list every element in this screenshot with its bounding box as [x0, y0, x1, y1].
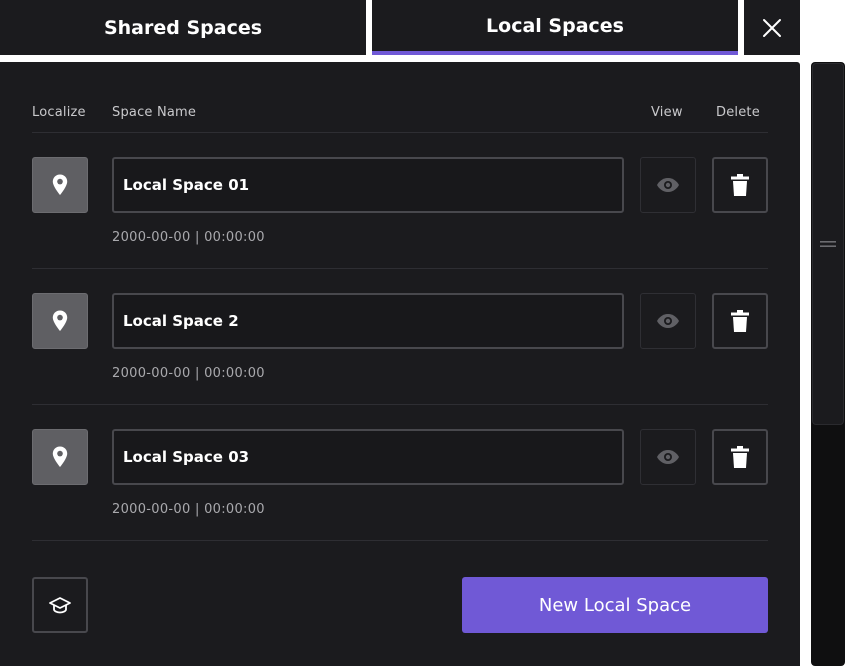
localize-button[interactable] [32, 293, 88, 349]
local-spaces-panel: Localize Space Name View Delete Local Sp… [0, 62, 800, 666]
column-header-view: View [651, 105, 683, 120]
header-divider [32, 132, 768, 133]
space-row: 2000-00-00 | 00:00:00 [0, 157, 800, 267]
row-divider [32, 404, 768, 405]
tab-shared-spaces[interactable]: Shared Spaces [0, 0, 366, 55]
eye-icon [657, 178, 679, 192]
spaces-window: Shared Spaces Local Spaces Localize Spac… [0, 0, 848, 666]
space-name-input[interactable] [112, 429, 624, 485]
graduation-cap-icon [49, 597, 71, 614]
space-timestamp: 2000-00-00 | 00:00:00 [112, 502, 265, 517]
delete-button[interactable] [712, 293, 768, 349]
tab-shared-spaces-label: Shared Spaces [103, 16, 263, 39]
column-header-delete: Delete [716, 105, 760, 120]
location-pin-icon [52, 310, 68, 331]
column-header-localize: Localize [32, 105, 86, 120]
view-button[interactable] [640, 157, 696, 213]
localize-button[interactable] [32, 157, 88, 213]
column-header-space-name: Space Name [112, 105, 197, 120]
delete-button[interactable] [712, 157, 768, 213]
tab-local-spaces-label: Local Spaces [486, 14, 624, 37]
trash-icon [731, 310, 749, 332]
new-local-space-label: New Local Space [538, 594, 692, 616]
space-timestamp: 2000-00-00 | 00:00:00 [112, 366, 265, 381]
eye-icon [657, 314, 679, 328]
delete-button[interactable] [712, 429, 768, 485]
space-name-input[interactable] [112, 293, 624, 349]
location-pin-icon [52, 446, 68, 467]
drag-handle-icon [820, 241, 836, 247]
eye-icon [657, 450, 679, 464]
scrollbar-thumb[interactable] [812, 63, 844, 425]
space-row: 2000-00-00 | 00:00:00 [0, 293, 800, 403]
space-row: 2000-00-00 | 00:00:00 [0, 429, 800, 539]
trash-icon [731, 174, 749, 196]
localize-button[interactable] [32, 429, 88, 485]
tab-local-spaces[interactable]: Local Spaces [372, 0, 738, 55]
row-divider [32, 540, 768, 541]
view-button[interactable] [640, 293, 696, 349]
space-name-input[interactable] [112, 157, 624, 213]
space-timestamp: 2000-00-00 | 00:00:00 [112, 230, 265, 245]
tutorial-button[interactable] [32, 577, 88, 633]
row-divider [32, 268, 768, 269]
close-icon [763, 18, 781, 37]
view-button[interactable] [640, 429, 696, 485]
new-local-space-button[interactable]: New Local Space [462, 577, 768, 633]
close-button[interactable] [744, 0, 800, 55]
location-pin-icon [52, 174, 68, 195]
trash-icon [731, 446, 749, 468]
